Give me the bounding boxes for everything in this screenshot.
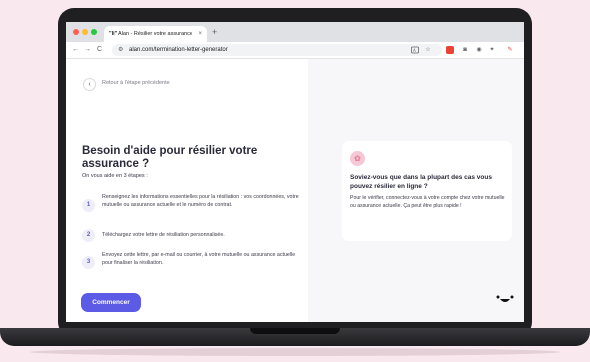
new-tab-button[interactable]: + <box>212 25 217 39</box>
info-card: ✿ Soviez-vous que dans la plupart des ca… <box>342 141 512 241</box>
browser-toolbar: ← → C ⚙ alan.com/termination-letter-gene… <box>66 42 524 59</box>
tab-favicon: "li" <box>109 31 118 37</box>
address-bar[interactable]: ⚙ alan.com/termination-letter-generator <box>112 44 442 56</box>
page-title: Besoin d'aide pour résilier votre assura… <box>82 145 258 170</box>
laptop-notch <box>250 328 340 334</box>
mascot-icon <box>496 293 514 305</box>
svg-text:A: A <box>413 48 416 53</box>
minimize-window-button[interactable] <box>82 29 88 35</box>
back-link[interactable]: Retour à l'étape précédente <box>102 80 170 86</box>
pdf-extension-icon[interactable] <box>446 46 454 54</box>
camera-extension-icon[interactable]: ◙ <box>461 46 469 54</box>
tab-title: Alan - Résilier votre assurance <box>118 31 192 37</box>
browser-window: "li" Alan - Résilier votre assurance × +… <box>66 22 524 322</box>
side-panel: ✿ Soviez-vous que dans la plupart des ca… <box>308 59 524 322</box>
page-subtitle: On vous aide en 3 étapes : <box>82 173 148 179</box>
step-number: 1 <box>82 199 95 212</box>
flower-icon: ✿ <box>350 151 365 166</box>
tab-bar: "li" Alan - Résilier votre assurance × + <box>66 22 524 42</box>
maximize-window-button[interactable] <box>91 29 97 35</box>
info-card-title: Soviez-vous que dans la plupart des cas … <box>350 174 492 190</box>
step-number: 3 <box>82 256 95 269</box>
site-info-icon[interactable]: ⚙ <box>118 44 123 56</box>
back-arrow-icon[interactable]: ← <box>72 42 79 58</box>
forward-arrow-icon[interactable]: → <box>84 42 91 58</box>
translate-icon[interactable]: A <box>411 46 419 54</box>
close-window-button[interactable] <box>73 29 79 35</box>
main-content: ‹ Retour à l'étape précédente Besoin d'a… <box>66 59 308 322</box>
laptop-shadow <box>30 348 560 356</box>
url-text[interactable]: alan.com/termination-letter-generator <box>129 44 228 56</box>
step-text: Téléchargez votre lettre de résiliation … <box>102 232 225 238</box>
chili-extension-icon[interactable]: ✎ <box>506 46 514 54</box>
info-card-text: Pour le vérifier, connectez-vous à votre… <box>350 195 505 209</box>
puzzle-icon[interactable]: ✦ <box>488 46 496 54</box>
browser-tab[interactable]: "li" Alan - Résilier votre assurance × <box>104 26 207 42</box>
step-text: Envoyez cette lettre, par e-mail ou cour… <box>102 252 296 266</box>
step-text: Renseignez les informations essentielles… <box>102 194 299 208</box>
extension-icon[interactable]: ◉ <box>475 46 483 54</box>
back-chevron-icon[interactable]: ‹ <box>83 78 96 91</box>
start-button[interactable]: Commencer <box>81 293 141 312</box>
tab-close-icon[interactable]: × <box>198 26 202 42</box>
step-number: 2 <box>82 229 95 242</box>
reload-icon[interactable]: C <box>97 42 102 58</box>
star-icon[interactable]: ☆ <box>424 46 432 54</box>
